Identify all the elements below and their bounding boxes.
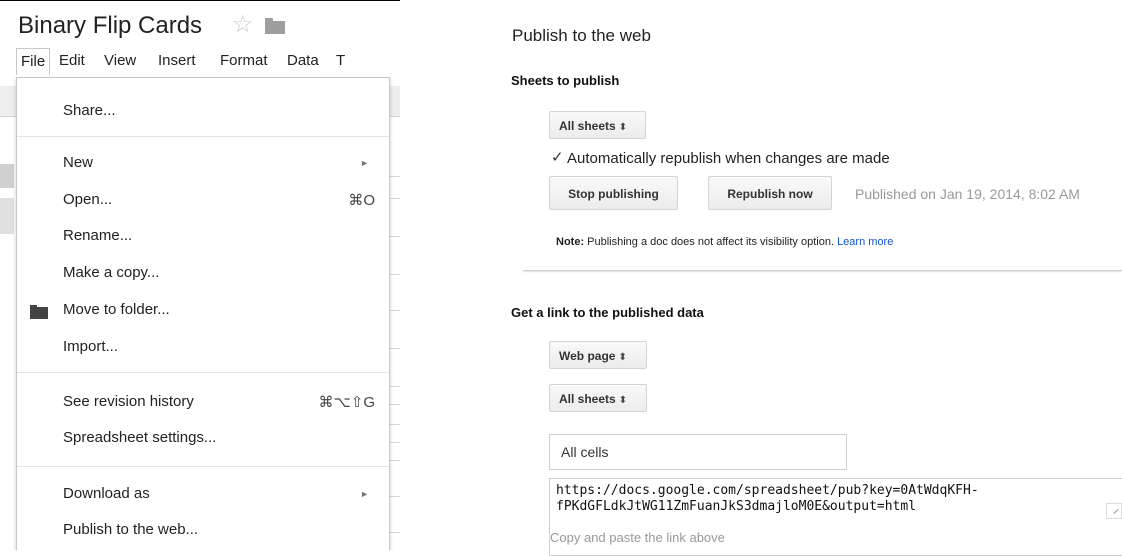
format-select-value: Web page <box>559 349 616 363</box>
menu-data[interactable]: Data <box>287 52 319 69</box>
menu-file[interactable]: File <box>16 48 51 75</box>
menu-item-spreadsheet-settings[interactable]: Spreadsheet settings... <box>63 429 216 446</box>
note-text: Publishing a doc does not affect its vis… <box>584 236 838 248</box>
menu-item-move-to-folder[interactable]: Move to folder... <box>63 301 170 318</box>
get-link-heading: Get a link to the published data <box>511 305 704 320</box>
url-line: https://docs.google.com/spreadsheet/pub?… <box>556 483 979 498</box>
revision-history-shortcut: ⌘⌥⇧G <box>318 394 375 411</box>
file-menu-dropdown: Share... New ► Open... ⌘O Rename... Make… <box>16 77 390 550</box>
publish-dialog: Publish to the web Sheets to publish All… <box>500 0 1122 556</box>
menu-view[interactable]: View <box>104 52 136 69</box>
menu-item-import[interactable]: Import... <box>63 338 118 355</box>
menu-item-make-copy[interactable]: Make a copy... <box>63 264 159 281</box>
row-header <box>0 164 14 188</box>
updown-arrow-icon: ⬍ <box>618 395 628 406</box>
menu-edit[interactable]: Edit <box>59 52 85 69</box>
menu-format[interactable]: Format <box>220 52 268 69</box>
menu-item-download-as[interactable]: Download as <box>63 485 150 502</box>
folder-icon[interactable] <box>265 18 285 34</box>
auto-republish-checkbox[interactable]: Automatically republish when changes are… <box>551 148 890 167</box>
visibility-note: Note: Publishing a doc does not affect i… <box>556 236 893 248</box>
note-label: Note: <box>556 236 585 248</box>
document-title[interactable]: Binary Flip Cards <box>18 12 202 40</box>
url-line: fPKdGFLdkJtWG11ZmFuanJkS3dmajloM0E&outpu… <box>556 499 917 514</box>
link-sheets-select[interactable]: All sheets ⬍ <box>549 384 647 412</box>
learn-more-link[interactable]: Learn more <box>837 236 893 248</box>
menu-separator <box>17 372 389 373</box>
top-divider <box>0 0 400 1</box>
menu-item-publish[interactable]: Publish to the web... <box>63 521 198 538</box>
menu-separator <box>17 466 389 467</box>
submenu-arrow-icon: ► <box>360 489 369 499</box>
stop-publishing-button[interactable]: Stop publishing <box>549 176 678 210</box>
republish-now-button[interactable]: Republish now <box>708 176 832 210</box>
menu-bar: File Edit View Insert Format Data T <box>16 48 400 76</box>
cells-range-input[interactable]: All cells <box>549 434 847 470</box>
spreadsheet-window: Binary Flip Cards ☆ File Edit View Inser… <box>0 0 400 550</box>
checkmark-icon[interactable] <box>551 148 564 166</box>
link-sheets-select-value: All sheets <box>559 392 616 406</box>
folder-icon <box>30 305 48 319</box>
menu-item-revision-history[interactable]: See revision history <box>63 393 194 410</box>
copy-link-hint: Copy and paste the link above <box>550 530 725 545</box>
menu-item-rename[interactable]: Rename... <box>63 227 132 244</box>
menu-item-new[interactable]: New <box>63 154 93 171</box>
updown-arrow-icon: ⬍ <box>618 122 628 133</box>
open-shortcut: ⌘O <box>348 192 375 209</box>
menu-item-share[interactable]: Share... <box>63 102 116 119</box>
dialog-title: Publish to the web <box>512 26 651 45</box>
auto-republish-label: Automatically republish when changes are… <box>567 150 890 167</box>
resize-handle-icon[interactable] <box>1106 503 1122 519</box>
sheets-select[interactable]: All sheets ⬍ <box>549 111 646 139</box>
menu-tools-truncated[interactable]: T <box>336 52 345 69</box>
star-icon[interactable]: ☆ <box>232 10 254 39</box>
submenu-arrow-icon: ► <box>360 158 369 168</box>
sheets-select-value: All sheets <box>559 119 616 133</box>
row-header <box>0 198 14 234</box>
menu-insert[interactable]: Insert <box>158 52 196 69</box>
sheets-to-publish-heading: Sheets to publish <box>511 73 620 88</box>
menu-separator <box>17 136 389 137</box>
menu-item-open[interactable]: Open... <box>63 191 112 208</box>
published-status: Published on Jan 19, 2014, 8:02 AM <box>855 186 1080 202</box>
section-divider <box>523 270 1122 271</box>
updown-arrow-icon: ⬍ <box>618 352 627 363</box>
format-select[interactable]: Web page ⬍ <box>549 341 647 369</box>
